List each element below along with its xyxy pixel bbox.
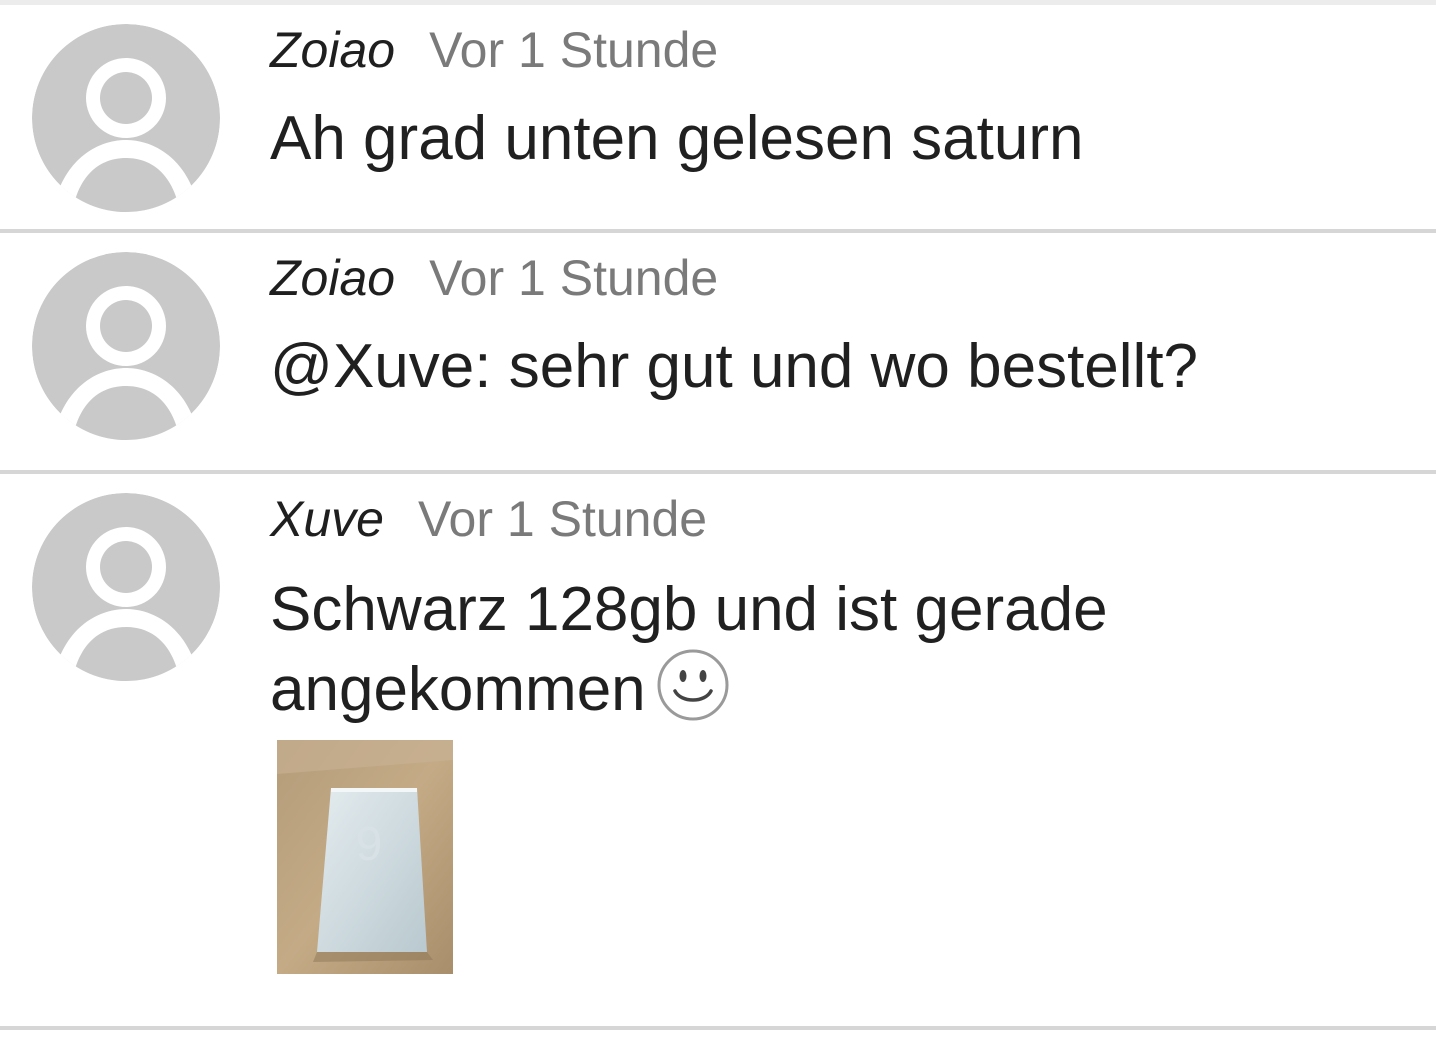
comment-author[interactable]: Zoiao bbox=[270, 19, 395, 81]
comment-body: Xuve Vor 1 Stunde Schwarz 128gb und ist … bbox=[270, 488, 1396, 728]
comment-author[interactable]: Xuve bbox=[270, 488, 384, 550]
comment-timestamp: Vor 1 Stunde bbox=[429, 250, 719, 306]
comment-item: Zoiao Vor 1 Stunde Ah grad unten gelesen… bbox=[0, 5, 1436, 233]
comment-text-wrapper: Schwarz 128gb und ist gerade angekommen bbox=[270, 572, 1396, 728]
comment-timestamp: Vor 1 Stunde bbox=[429, 22, 719, 78]
comment-feed: Zoiao Vor 1 Stunde Ah grad unten gelesen… bbox=[0, 0, 1436, 1039]
comment-meta: Zoiao Vor 1 Stunde bbox=[270, 247, 1396, 309]
user-avatar-icon[interactable] bbox=[32, 24, 220, 212]
comment-meta: Xuve Vor 1 Stunde bbox=[270, 488, 1396, 550]
comment-item: Xuve Vor 1 Stunde Schwarz 128gb und ist … bbox=[0, 474, 1436, 1030]
user-avatar-icon[interactable] bbox=[32, 252, 220, 440]
comment-text: @Xuve: sehr gut und wo bestellt? bbox=[270, 332, 1199, 401]
comment-item: Zoiao Vor 1 Stunde @Xuve: sehr gut und w… bbox=[0, 233, 1436, 474]
attachment-photo[interactable]: 9 bbox=[277, 740, 453, 974]
comment-meta: Zoiao Vor 1 Stunde bbox=[270, 19, 1396, 81]
comment-timestamp: Vor 1 Stunde bbox=[417, 491, 708, 547]
comment-body: Zoiao Vor 1 Stunde @Xuve: sehr gut und w… bbox=[270, 247, 1396, 405]
smiley-icon bbox=[656, 648, 730, 722]
comment-body: Zoiao Vor 1 Stunde Ah grad unten gelesen… bbox=[270, 19, 1396, 177]
comment-author[interactable]: Zoiao bbox=[270, 247, 395, 309]
user-avatar-icon[interactable] bbox=[32, 493, 220, 681]
svg-text:9: 9 bbox=[356, 818, 383, 871]
comment-text: Ah grad unten gelesen saturn bbox=[270, 104, 1084, 173]
